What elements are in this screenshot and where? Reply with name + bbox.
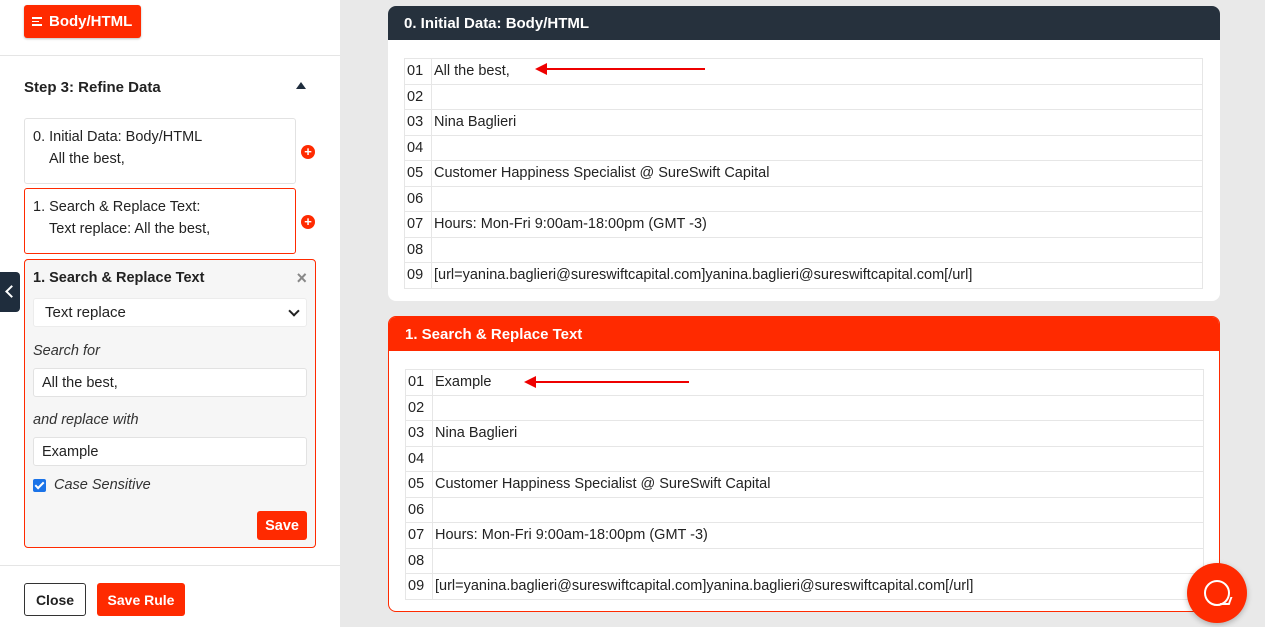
preview-line-row: 07 Hours: Mon-Fri 9:00am-18:00pm (GMT -3) bbox=[404, 211, 1203, 238]
close-button[interactable]: Close bbox=[24, 583, 86, 616]
line-number: 07 bbox=[404, 211, 432, 238]
preview-lines-table: 01 Example 02 03 Nina Baglieri 04 05 Customer H… bbox=[405, 369, 1204, 600]
preview-line-row: 03 Nina Baglieri bbox=[405, 420, 1204, 447]
line-text bbox=[432, 445, 1204, 472]
case-sensitive-checkbox[interactable] bbox=[33, 479, 46, 492]
step-title: Step 3: Refine Data bbox=[24, 79, 161, 96]
line-number: 06 bbox=[405, 496, 433, 523]
add-step-icon[interactable]: + bbox=[301, 145, 315, 159]
editor-title: 1. Search & Replace Text bbox=[33, 270, 205, 286]
search-for-label: Search for bbox=[33, 343, 100, 359]
line-number: 07 bbox=[405, 522, 433, 549]
line-number: 05 bbox=[404, 160, 432, 187]
menu-lines-icon bbox=[32, 15, 42, 28]
line-text bbox=[431, 83, 1203, 110]
line-text: All the best, bbox=[431, 58, 1203, 85]
preview-line-row: 06 bbox=[405, 496, 1204, 523]
line-text: [url=yanina.baglieri@sureswiftcapital.co… bbox=[431, 262, 1203, 289]
line-number: 03 bbox=[405, 420, 433, 447]
line-number: 03 bbox=[404, 109, 432, 136]
line-number: 02 bbox=[404, 83, 432, 110]
line-text bbox=[431, 134, 1203, 161]
line-text: [url=yanina.baglieri@sureswiftcapital.co… bbox=[432, 573, 1204, 600]
preview-title: 1. Search & Replace Text bbox=[389, 317, 1219, 351]
line-text bbox=[432, 496, 1204, 523]
preview-line-row: 04 bbox=[405, 445, 1204, 472]
save-rule-button[interactable]: Save Rule bbox=[97, 583, 185, 616]
mode-select-value: Text replace bbox=[45, 304, 126, 321]
line-number: 08 bbox=[404, 236, 432, 263]
preview-line-row: 07 Hours: Mon-Fri 9:00am-18:00pm (GMT -3) bbox=[405, 522, 1204, 549]
add-step-icon[interactable]: + bbox=[301, 215, 315, 229]
preview-line-row: 02 bbox=[405, 394, 1204, 421]
line-number: 04 bbox=[405, 445, 433, 472]
line-number: 02 bbox=[405, 394, 433, 421]
save-button[interactable]: Save bbox=[257, 511, 307, 540]
step-card-initial-data[interactable]: 0. Initial Data: Body/HTML All the best, bbox=[24, 118, 296, 184]
body-html-button-label: Body/HTML bbox=[49, 13, 133, 30]
preview-line-row: 09 [url=yanina.baglieri@sureswiftcapital.… bbox=[404, 262, 1203, 289]
step-card-title: 0. Initial Data: Body/HTML bbox=[33, 129, 203, 145]
chat-support-icon[interactable] bbox=[1187, 563, 1247, 623]
mode-select[interactable]: Text replace bbox=[33, 298, 307, 327]
step-card-search-replace[interactable]: 1. Search & Replace Text: Text replace: … bbox=[24, 188, 296, 254]
search-replace-editor: 1. Search & Replace Text × Text replace … bbox=[24, 259, 316, 548]
chevron-down-icon bbox=[288, 304, 300, 317]
line-text: Nina Baglieri bbox=[431, 109, 1203, 136]
sidebar: Body/HTML Step 3: Refine Data 0. Initial… bbox=[0, 0, 340, 627]
line-number: 08 bbox=[405, 547, 433, 574]
body-html-button[interactable]: Body/HTML bbox=[24, 5, 142, 38]
line-text: Customer Happiness Specialist @ SureSwif… bbox=[432, 471, 1204, 498]
line-number: 09 bbox=[404, 262, 432, 289]
line-text bbox=[431, 236, 1203, 263]
line-number: 06 bbox=[404, 185, 432, 212]
preview-line-row: 08 bbox=[404, 236, 1203, 263]
preview-search-replace: 1. Search & Replace Text 01 Example 02 03 Ni… bbox=[388, 316, 1220, 612]
divider bbox=[0, 565, 340, 566]
preview-line-row: 05 Customer Happiness Specialist @ SureSw… bbox=[405, 471, 1204, 498]
preview-title: 0. Initial Data: Body/HTML bbox=[388, 6, 1220, 40]
line-text: Hours: Mon-Fri 9:00am-18:00pm (GMT -3) bbox=[431, 211, 1203, 238]
search-for-input[interactable]: All the best, bbox=[33, 368, 307, 397]
preview-line-row: 09 [url=yanina.baglieri@sureswiftcapital.… bbox=[405, 573, 1204, 600]
step-card-title: 1. Search & Replace Text: bbox=[33, 199, 201, 215]
preview-line-row: 03 Nina Baglieri bbox=[404, 109, 1203, 136]
line-text: Customer Happiness Specialist @ SureSwif… bbox=[431, 160, 1203, 187]
close-icon[interactable]: × bbox=[296, 268, 307, 289]
line-number: 04 bbox=[404, 134, 432, 161]
line-text bbox=[432, 394, 1204, 421]
replace-with-label: and replace with bbox=[33, 412, 139, 428]
annotation-arrow-icon bbox=[535, 63, 705, 75]
step-card-subtitle: All the best, bbox=[49, 151, 125, 167]
line-text bbox=[432, 547, 1204, 574]
line-number: 01 bbox=[404, 58, 432, 85]
step-card-subtitle: Text replace: All the best, bbox=[49, 221, 211, 237]
preview-line-row: 08 bbox=[405, 547, 1204, 574]
replace-with-input[interactable]: Example bbox=[33, 437, 307, 466]
line-number: 05 bbox=[405, 471, 433, 498]
preview-lines-table: 01 All the best, 02 03 Nina Baglieri 04 05 Cust… bbox=[404, 58, 1203, 289]
line-text: Nina Baglieri bbox=[432, 420, 1204, 447]
line-number: 01 bbox=[405, 369, 433, 396]
preview-initial-data: 0. Initial Data: Body/HTML 01 All the bes… bbox=[388, 6, 1220, 301]
collapse-caret-icon[interactable] bbox=[296, 82, 306, 89]
line-number: 09 bbox=[405, 573, 433, 600]
preview-line-row: 01 All the best, bbox=[404, 58, 1203, 85]
case-sensitive-label: Case Sensitive bbox=[54, 477, 151, 493]
preview-line-row: 04 bbox=[404, 134, 1203, 161]
line-text bbox=[431, 185, 1203, 212]
divider bbox=[0, 55, 340, 56]
annotation-arrow-icon bbox=[524, 376, 689, 388]
preview-line-row: 05 Customer Happiness Specialist @ SureSw… bbox=[404, 160, 1203, 187]
collapse-sidebar-tab[interactable] bbox=[0, 272, 20, 312]
preview-line-row: 02 bbox=[404, 83, 1203, 110]
preview-line-row: 06 bbox=[404, 185, 1203, 212]
line-text: Hours: Mon-Fri 9:00am-18:00pm (GMT -3) bbox=[432, 522, 1204, 549]
